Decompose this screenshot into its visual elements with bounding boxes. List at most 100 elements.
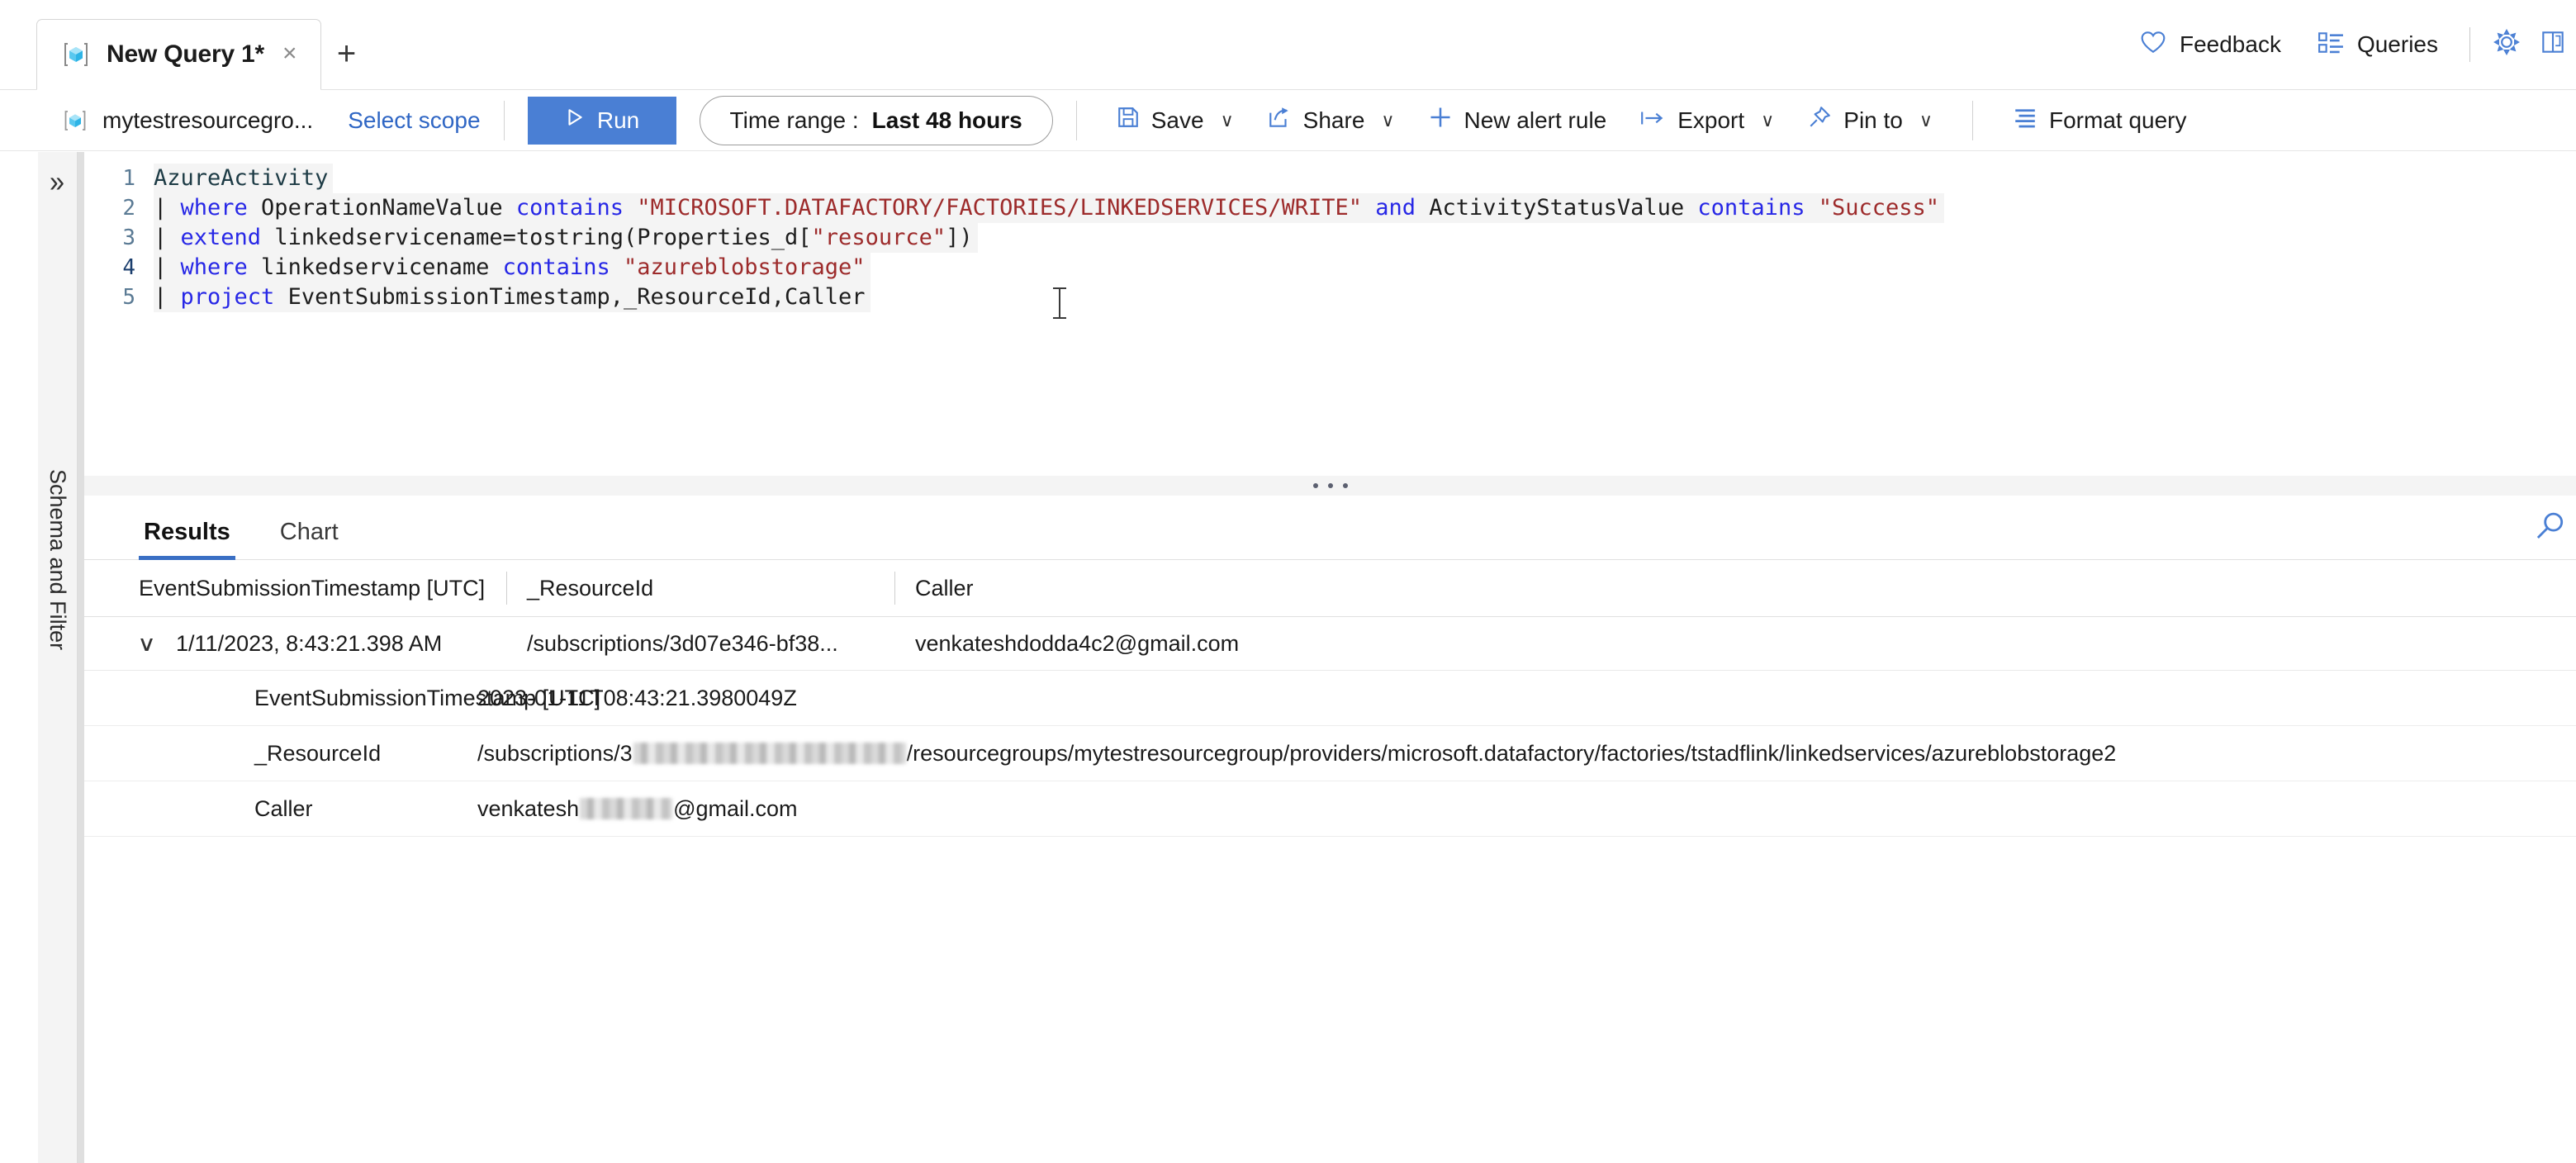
pin-to-button[interactable]: Pin to ∨ xyxy=(1791,96,1949,145)
expand-sidebar-icon[interactable]: » xyxy=(50,167,64,197)
scope-cube-icon xyxy=(63,108,88,133)
cell-timestamp-value: 1/11/2023, 8:43:21.398 AM xyxy=(176,630,443,656)
code-line-1-text: AzureActivity xyxy=(154,164,334,193)
detail-value-text: 2023-01-11T08:43:21.3980049Z xyxy=(477,685,797,710)
detail-value: 2023-01-11T08:43:21.3980049Z xyxy=(477,686,2576,711)
search-icon[interactable] xyxy=(2533,510,2566,548)
detail-value-prefix: venkatesh xyxy=(477,795,580,821)
heart-icon xyxy=(2140,30,2166,59)
results-panel: Results Chart EventSubmissionTimestamp [… xyxy=(84,496,2576,1163)
identifier-token: EventSubmissionTimestamp,_ResourceId,Cal… xyxy=(274,284,866,310)
close-icon[interactable]: × xyxy=(281,40,299,69)
format-icon xyxy=(2013,107,2038,134)
new-alert-rule-button[interactable]: New alert rule xyxy=(1411,96,1624,145)
detail-key: Caller xyxy=(254,795,313,821)
share-button[interactable]: Share ∨ xyxy=(1250,96,1411,145)
code-line-3-text: | extend linkedservicename=tostring(Prop… xyxy=(154,223,978,253)
table-row[interactable]: ∨ 1/11/2023, 8:43:21.398 AM /subscriptio… xyxy=(84,617,2576,670)
string-token: "Success" xyxy=(1805,195,1940,221)
select-scope-link[interactable]: Select scope xyxy=(348,107,480,134)
format-query-button[interactable]: Format query xyxy=(1996,96,2204,145)
column-header-resourceid[interactable]: _ResourceId xyxy=(507,560,895,616)
command-divider xyxy=(503,100,505,140)
export-button[interactable]: Export ∨ xyxy=(1623,96,1791,145)
keyword-token: contains xyxy=(515,195,624,221)
pin-to-label: Pin to xyxy=(1843,107,1903,133)
new-alert-rule-label: New alert rule xyxy=(1464,107,1607,133)
query-editor[interactable]: 1 AzureActivity 2 | where OperationNameV… xyxy=(84,152,2576,476)
line-number: 5 xyxy=(122,285,135,310)
tab-chart[interactable]: Chart xyxy=(275,519,344,559)
tab-new-query-1[interactable]: New Query 1* × xyxy=(36,19,321,90)
play-icon xyxy=(564,107,586,134)
schema-filter-label: Schema and Filter xyxy=(45,469,70,651)
scope-name: mytestresourcegro... xyxy=(102,107,314,133)
log-analytics-query-editor: New Query 1* × + Feedback Queries mytest… xyxy=(0,0,2576,1163)
table-header-row: EventSubmissionTimestamp [UTC] _Resource… xyxy=(84,560,2576,616)
identifier-token: OperationNameValue xyxy=(247,195,516,221)
detail-value-suffix: /resourcegroups/mytestresourcegroup/prov… xyxy=(906,740,2117,766)
run-label: Run xyxy=(596,107,640,133)
pipe-token: | xyxy=(154,195,181,221)
detail-key: _ResourceId xyxy=(254,740,382,766)
keyword-token: extend xyxy=(180,225,262,250)
code-line-5-text: | project EventSubmissionTimestamp,_Reso… xyxy=(154,282,871,312)
command-bar: mytestresourcegro... Select scope Run Ti… xyxy=(0,90,2576,151)
detail-value: /subscriptions/3 /resourcegroups/mytestr… xyxy=(477,741,2576,767)
new-tab-button[interactable]: + xyxy=(321,18,372,89)
keyword-token: project xyxy=(180,284,275,310)
export-label: Export xyxy=(1677,107,1745,133)
chevron-down-icon: ∨ xyxy=(1220,109,1234,131)
save-label: Save xyxy=(1150,107,1204,133)
query-list-icon xyxy=(2317,31,2344,58)
panel-splitter[interactable] xyxy=(84,476,2576,496)
tab-results[interactable]: Results xyxy=(139,519,235,560)
left-margin xyxy=(0,152,38,1163)
plus-icon xyxy=(1428,105,1453,135)
schema-filter-rail[interactable]: » Schema and Filter xyxy=(38,152,78,1163)
code-line-4: 4 | where linkedservicename contains "az… xyxy=(84,253,2576,282)
keyword-token: and xyxy=(1362,195,1416,221)
line-number: 3 xyxy=(122,225,135,250)
code-line-4-text: | where linkedservicename contains "azur… xyxy=(154,253,871,282)
keyword-token: where xyxy=(180,195,248,221)
detail-row-timestamp: EventSubmissionTimestamp [UTC] 2023-01-1… xyxy=(84,671,2576,725)
line-number: 2 xyxy=(122,196,135,221)
code-line-1: 1 AzureActivity xyxy=(84,164,2576,193)
table-name-token: AzureActivity xyxy=(154,165,329,191)
documentation-button[interactable] xyxy=(2530,20,2576,69)
tab-bar: New Query 1* × + Feedback Queries xyxy=(0,0,2576,90)
feedback-button[interactable]: Feedback xyxy=(2122,20,2299,69)
detail-value-suffix: @gmail.com xyxy=(673,795,798,821)
command-divider-3 xyxy=(1972,100,1973,140)
code-line-5: 5 | project EventSubmissionTimestamp,_Re… xyxy=(84,282,2576,312)
rail-edge-divider xyxy=(78,152,84,1163)
time-range-value: Last 48 hours xyxy=(871,107,1022,133)
column-header-label: EventSubmissionTimestamp [UTC] xyxy=(139,575,486,600)
identifier-token: linkedservicename=tostring(Properties_d[ xyxy=(261,225,812,250)
pin-icon xyxy=(1807,105,1832,135)
tab-label: New Query 1* xyxy=(107,40,265,68)
chevron-down-icon[interactable]: ∨ xyxy=(137,633,156,654)
cell-resourceid: /subscriptions/3d07e346-bf38... xyxy=(527,630,838,656)
queries-button[interactable]: Queries xyxy=(2299,20,2456,69)
column-header-timestamp[interactable]: EventSubmissionTimestamp [UTC] xyxy=(84,560,507,616)
redacted-subscription-id xyxy=(633,743,906,764)
detail-key: EventSubmissionTimestamp [UTC] xyxy=(254,685,601,710)
run-button[interactable]: Run xyxy=(527,96,676,145)
column-header-caller[interactable]: Caller xyxy=(895,560,2576,616)
time-range-picker[interactable]: Time range : Last 48 hours xyxy=(699,95,1053,145)
text-cursor xyxy=(1053,287,1066,319)
line-number: 1 xyxy=(122,166,135,191)
scope-selector[interactable]: mytestresourcegro... Select scope xyxy=(0,107,481,134)
settings-button[interactable] xyxy=(2483,20,2530,69)
save-icon xyxy=(1117,106,1140,135)
format-query-label: Format query xyxy=(2049,107,2187,133)
code-line-3: 3 | extend linkedservicename=tostring(Pr… xyxy=(84,223,2576,253)
save-button[interactable]: Save ∨ xyxy=(1100,96,1250,145)
keyword-token: contains xyxy=(1697,195,1805,221)
pipe-token: | xyxy=(154,254,181,280)
code-line-2: 2 | where OperationNameValue contains "M… xyxy=(84,193,2576,223)
time-range-label: Time range : xyxy=(729,107,859,133)
code-area[interactable]: 1 AzureActivity 2 | where OperationNameV… xyxy=(84,152,2576,319)
